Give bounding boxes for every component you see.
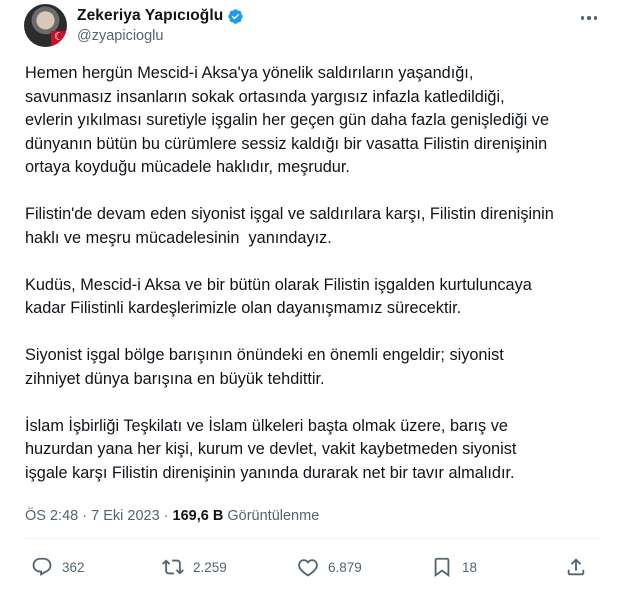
tweet-date[interactable]: 7 Eki 2023 <box>91 508 160 524</box>
more-icon[interactable] <box>576 8 602 28</box>
share-icon <box>567 558 585 576</box>
meta-separator: · <box>163 508 169 524</box>
like-count: 6.879 <box>328 559 362 575</box>
tweet-paragraph: Kudüs, Mescid-i Aksa ve bir bütün olarak… <box>25 275 532 318</box>
like-button[interactable]: 6.879 <box>297 556 362 578</box>
author-name[interactable]: Zekeriya Yapıcıoğlu <box>77 7 223 25</box>
share-button[interactable] <box>565 556 587 578</box>
reply-icon <box>32 557 52 576</box>
repost-button[interactable]: 2.259 <box>162 556 227 578</box>
bookmark-button[interactable]: 18 <box>431 556 477 578</box>
meta-separator: · <box>82 508 88 524</box>
bookmark-icon <box>434 557 450 578</box>
tweet-meta: ÖS 2:48 · 7 Eki 2023 · 169,6 B Görüntüle… <box>25 508 319 524</box>
like-icon <box>298 559 318 577</box>
reply-button[interactable]: 362 <box>31 556 85 578</box>
action-bar: 362 2.259 6.879 18 <box>25 556 601 582</box>
tweet-paragraph: Filistin'de devam eden siyonist işgal ve… <box>25 205 554 247</box>
views-label: Görüntülenme <box>227 508 320 524</box>
name-row: Zekeriya Yapıcıoğlu <box>77 7 244 25</box>
tweet-header: Zekeriya Yapıcıoğlu @zyapicioglu <box>24 4 602 48</box>
bookmark-count: 18 <box>462 559 478 575</box>
reply-count: 362 <box>62 559 85 575</box>
tweet-paragraph: Hemen hergün Mescid-i Aksa'ya yönelik sa… <box>25 64 550 176</box>
tweet-time[interactable]: ÖS 2:48 <box>25 508 78 524</box>
verified-badge-icon[interactable] <box>227 8 244 25</box>
tweet-paragraph: Siyonist işgal bölge barışının önündeki … <box>25 346 504 388</box>
repost-count: 2.259 <box>193 559 227 575</box>
tweet-paragraph: İslam İşbirliği Teşkilatı ve İslam ülkel… <box>25 416 517 482</box>
flag-icon <box>51 30 67 47</box>
avatar[interactable] <box>24 4 67 47</box>
views-count[interactable]: 169,6 B <box>173 508 224 524</box>
tweet-text: Hemen hergün Mescid-i Aksa'ya yönelik sa… <box>25 62 595 509</box>
author-handle[interactable]: @zyapicioglu <box>77 28 163 44</box>
repost-icon <box>162 559 184 575</box>
tweet-card: Zekeriya Yapıcıoğlu @zyapicioglu Hemen h… <box>0 0 626 596</box>
divider <box>25 538 601 539</box>
